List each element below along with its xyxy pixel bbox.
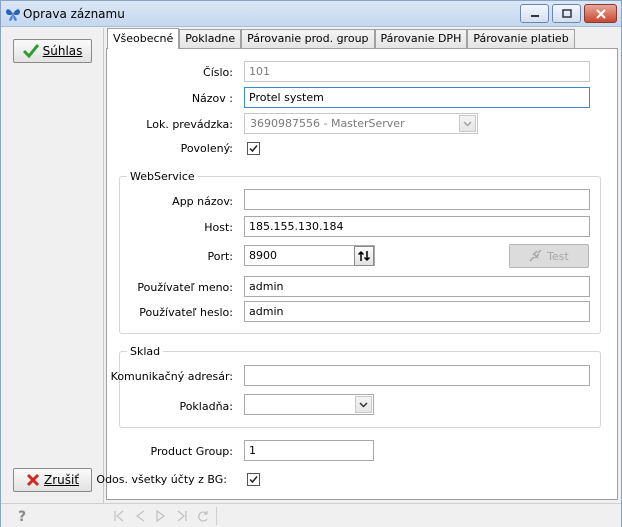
dir-input[interactable]: [244, 365, 590, 386]
minimize-icon: [530, 14, 539, 17]
maximize-icon: [561, 9, 572, 18]
previous-record-icon[interactable]: [134, 510, 146, 522]
prevadzka-label: Lok. prevádzka:: [146, 118, 233, 131]
app-name-label: App názov:: [172, 195, 233, 208]
tab-strip: Všeobecné Pokladne Párovanie prod. group…: [107, 28, 575, 49]
plug-icon: [529, 250, 542, 262]
host-input[interactable]: [244, 216, 590, 237]
povoleny-label: Povolený:: [180, 142, 233, 155]
help-icon[interactable]: ?: [15, 508, 29, 524]
red-x-icon: [26, 473, 40, 487]
prevadzka-value: 3690987556 - MasterServer: [250, 117, 405, 130]
pokladna-dropdown-button[interactable]: [355, 396, 372, 413]
tab-pokladne[interactable]: Pokladne: [179, 29, 242, 49]
checkmark-icon: [22, 44, 39, 58]
tab-vseobecne[interactable]: Všeobecné: [107, 28, 180, 49]
password-label: Používateľ heslo:: [139, 306, 233, 319]
user-label: Používateľ meno:: [137, 281, 233, 294]
odos-checkbox[interactable]: [247, 473, 260, 486]
last-record-icon[interactable]: [176, 510, 188, 522]
window-title: Oprava záznamu: [23, 7, 125, 21]
nazov-input[interactable]: [244, 87, 590, 108]
pokladna-select[interactable]: [244, 394, 374, 415]
cislo-label: Číslo:: [203, 66, 233, 79]
title-bar[interactable]: Oprava záznamu: [1, 1, 621, 27]
close-button[interactable]: [584, 4, 617, 23]
sklad-group: [119, 351, 601, 428]
cancel-label: Zrušiť: [43, 473, 80, 487]
product-group-input[interactable]: [244, 440, 374, 461]
nazov-label: Názov :: [191, 92, 233, 105]
dir-label: Komunikačný adresár:: [110, 370, 233, 383]
odos-label: Odos. všetky účty z BG:: [96, 473, 227, 486]
separator: [216, 507, 217, 525]
butterfly-app-icon: [6, 9, 20, 21]
tab-parovanie-dph[interactable]: Párovanie DPH: [374, 29, 468, 49]
prevadzka-dropdown-button[interactable]: [459, 115, 476, 132]
webservice-group-title: WebService: [127, 170, 198, 183]
navigator-bar: ?: [1, 503, 621, 527]
next-record-icon[interactable]: [155, 510, 167, 522]
test-label: Test: [547, 249, 569, 263]
spin-arrows-icon: [357, 250, 371, 262]
checkmark-icon: [249, 145, 258, 153]
tab-parovanie-platieb[interactable]: Párovanie platieb: [467, 29, 575, 49]
chevron-down-icon: [359, 401, 368, 408]
chevron-down-icon: [463, 120, 472, 127]
povoleny-checkbox[interactable]: [247, 142, 260, 155]
sklad-group-title: Sklad: [127, 345, 164, 358]
checkmark-icon: [249, 476, 258, 484]
host-label: Host:: [204, 221, 233, 234]
tab-parovanie-prod-group[interactable]: Párovanie prod. group: [241, 29, 375, 49]
close-icon: [595, 8, 606, 19]
refresh-icon[interactable]: [197, 510, 209, 522]
maximize-button[interactable]: [552, 4, 581, 23]
test-button[interactable]: Test: [509, 244, 589, 268]
svg-text:?: ?: [18, 509, 26, 524]
cancel-button[interactable]: Zrušiť: [13, 468, 92, 492]
port-label: Port:: [207, 250, 233, 263]
user-input[interactable]: [244, 276, 590, 297]
general-tab-panel: Číslo: Názov : Lok. prevádzka: 369098755…: [96, 48, 618, 500]
pokladna-label: Pokladňa:: [179, 400, 233, 413]
minimize-button[interactable]: [520, 4, 549, 23]
action-panel: Súhlas Zrušiť: [1, 28, 104, 503]
confirm-button[interactable]: Súhlas: [13, 39, 92, 63]
first-record-icon[interactable]: [113, 510, 125, 522]
cislo-field: [244, 61, 590, 82]
confirm-label: Súhlas: [42, 44, 83, 58]
app-name-input[interactable]: [244, 189, 590, 210]
edit-record-window: Oprava záznamu Súhlas Zrušiť Všeobecné P…: [0, 0, 622, 527]
product-group-label: Product Group:: [150, 445, 233, 458]
prevadzka-select[interactable]: 3690987556 - MasterServer: [244, 113, 478, 134]
port-spin-button[interactable]: [354, 246, 374, 266]
password-input[interactable]: [244, 301, 590, 322]
